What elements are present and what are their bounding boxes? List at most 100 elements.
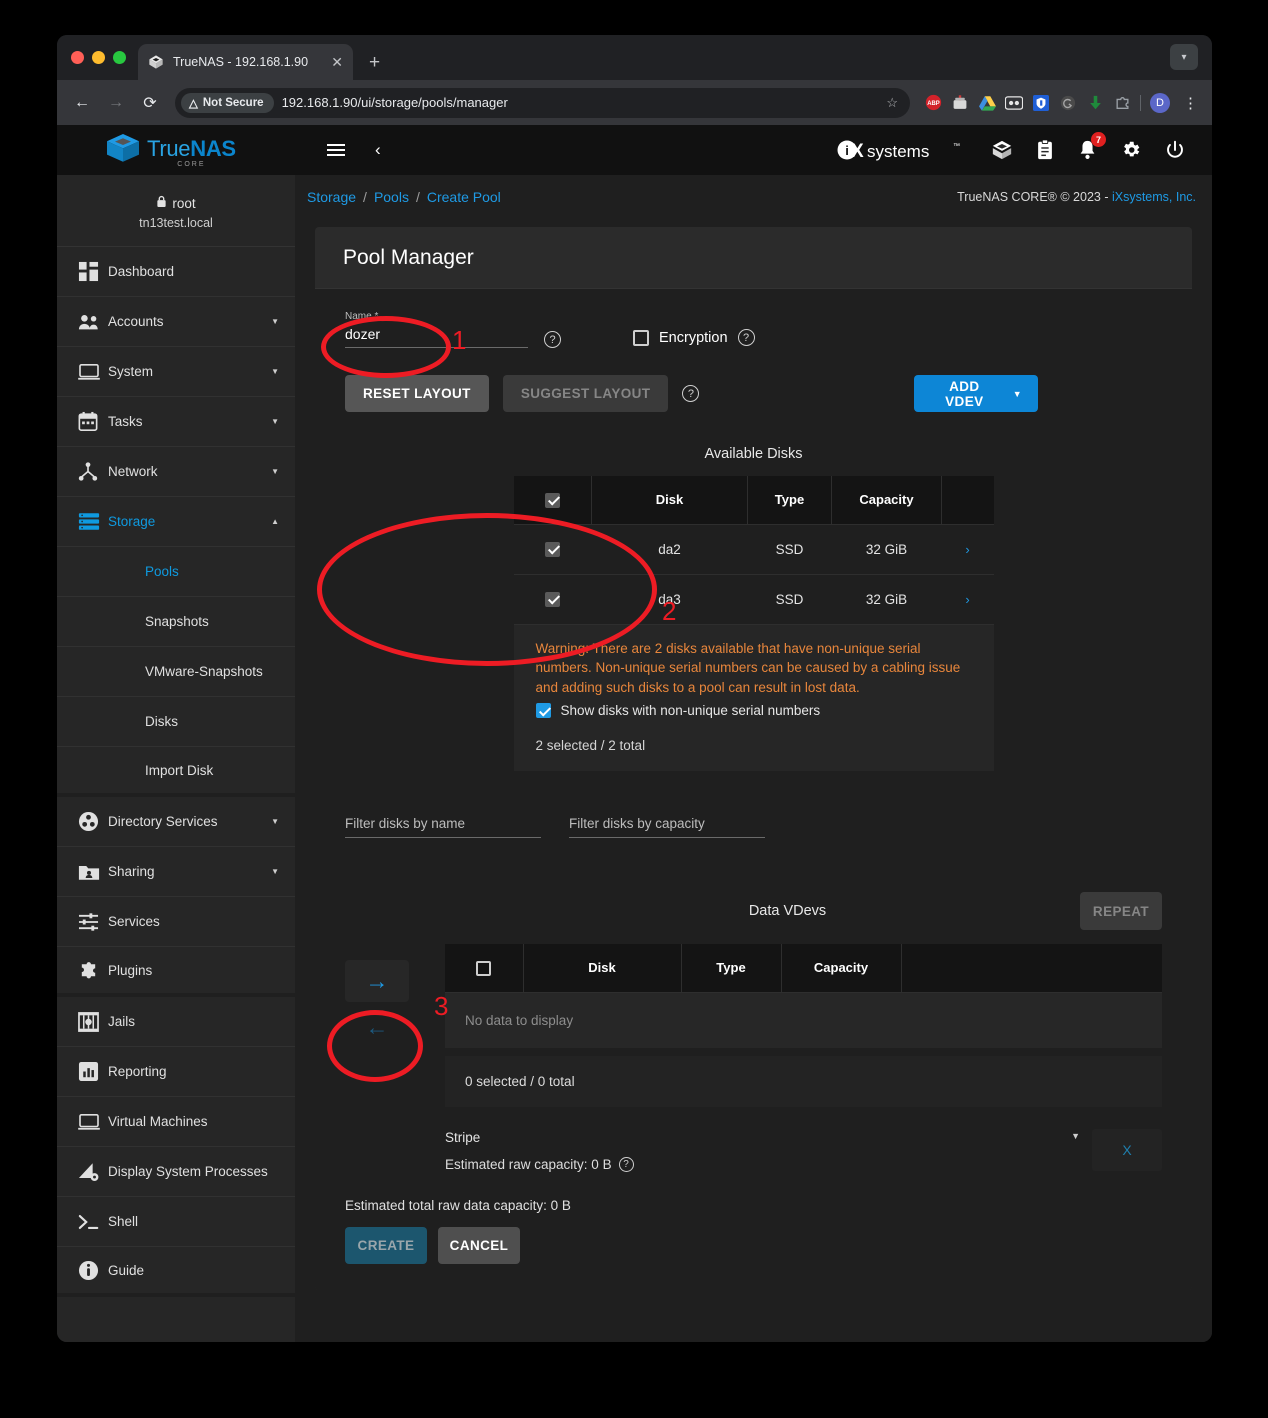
show-nonunique-checkbox[interactable] xyxy=(535,703,551,719)
breadcrumb-item-create-pool[interactable]: Create Pool xyxy=(427,189,501,205)
vdev-column-header-type[interactable]: Type xyxy=(681,944,782,993)
browser-menu-icon[interactable]: ⋮ xyxy=(1179,94,1202,112)
sidebar-item-pools[interactable]: Pools xyxy=(57,547,295,597)
vdev-column-header-disk[interactable]: Disk xyxy=(523,944,682,993)
row-checkbox[interactable] xyxy=(545,541,560,557)
breadcrumb-item-storage[interactable]: Storage xyxy=(307,189,356,205)
vdev-layout-select[interactable]: Stripe ▼ Estimated raw capacity: 0 B ? xyxy=(445,1129,1092,1172)
repeat-button[interactable]: REPEAT xyxy=(1080,892,1162,931)
sidebar-item-plugins[interactable]: Plugins xyxy=(57,947,295,997)
chevron-down-icon: ▼ xyxy=(271,367,279,376)
cell-type: SSD xyxy=(747,574,832,625)
sidebar-item-storage[interactable]: Storage ▲ xyxy=(57,497,295,547)
chevron-down-icon: ▼ xyxy=(271,317,279,326)
help-circle-icon[interactable]: ? xyxy=(618,1156,634,1172)
help-circle-icon[interactable]: ? xyxy=(737,329,755,346)
column-header-disk[interactable]: Disk xyxy=(591,476,748,525)
download-icon[interactable] xyxy=(1086,94,1104,112)
create-button[interactable]: CREATE xyxy=(345,1226,427,1264)
grammarly-icon[interactable] xyxy=(1059,94,1077,112)
vdev-select-all-checkbox[interactable] xyxy=(476,960,492,976)
url-text[interactable]: 192.168.1.90/ui/storage/pools/manager xyxy=(282,95,879,110)
table-row[interactable]: da3 SSD 32 GiB › xyxy=(513,574,994,625)
chevron-right-icon[interactable]: › xyxy=(965,592,969,607)
sidebar-item-disks[interactable]: Disks xyxy=(57,697,295,747)
alerts-bell-icon[interactable]: 7 xyxy=(1077,132,1106,161)
adblock-plus-icon[interactable]: ABP xyxy=(924,94,942,112)
new-tab-button[interactable]: + xyxy=(369,53,380,72)
filter-disks-by-name-input[interactable] xyxy=(345,816,541,839)
sidebar-item-import-disk[interactable]: Import Disk xyxy=(57,747,295,797)
forward-button[interactable]: → xyxy=(101,88,131,118)
address-bar[interactable]: △ Not Secure 192.168.1.90/ui/storage/poo… xyxy=(175,87,910,118)
chevron-right-icon[interactable]: › xyxy=(965,542,969,557)
sidebar-item-shell[interactable]: Shell xyxy=(57,1197,295,1247)
sidebar-item-network[interactable]: Network ▼ xyxy=(57,447,295,497)
sidebar-item-reporting[interactable]: Reporting xyxy=(57,1047,295,1097)
maximize-window-button[interactable] xyxy=(113,51,126,64)
reload-button[interactable]: ⟳ xyxy=(135,88,165,118)
truenas-brand[interactable]: TrueNAS CORE xyxy=(106,133,236,168)
back-button[interactable]: ← xyxy=(67,88,97,118)
column-header-capacity[interactable]: Capacity xyxy=(831,476,942,525)
security-status-badge[interactable]: △ Not Secure xyxy=(181,92,274,113)
sidebar-item-system[interactable]: System ▼ xyxy=(57,347,295,397)
browser-tab[interactable]: TrueNAS - 192.168.1.90 ✕ xyxy=(138,44,353,80)
sidebar-item-jails[interactable]: Jails xyxy=(57,997,295,1047)
sidebar-item-vmware-snapshots[interactable]: VMware-Snapshots xyxy=(57,647,295,697)
sidebar-item-label: Storage xyxy=(108,514,156,529)
sidebar-item-tasks[interactable]: Tasks ▼ xyxy=(57,397,295,447)
remove-vdev-button[interactable]: X xyxy=(1092,1128,1162,1171)
help-circle-icon[interactable]: ? xyxy=(682,385,700,402)
tasks-clipboard-icon[interactable] xyxy=(1035,139,1055,161)
profile-avatar[interactable]: D xyxy=(1150,92,1170,113)
browser-toolbar: ← → ⟳ △ Not Secure 192.168.1.90/ui/stora… xyxy=(57,80,1212,125)
help-circle-icon[interactable]: ? xyxy=(544,331,561,348)
sidebar-item-dashboard[interactable]: Dashboard xyxy=(57,247,295,297)
encryption-checkbox[interactable] xyxy=(633,329,649,346)
sidebar-item-snapshots[interactable]: Snapshots xyxy=(57,597,295,647)
lastpass-icon[interactable] xyxy=(1005,94,1023,112)
select-all-checkbox[interactable] xyxy=(544,492,560,508)
breadcrumb-item-pools[interactable]: Pools xyxy=(374,189,409,205)
column-header-type[interactable]: Type xyxy=(747,476,832,525)
settings-gear-icon[interactable] xyxy=(1120,139,1142,161)
collapse-sidebar-icon[interactable]: ‹ xyxy=(375,140,381,160)
cancel-button[interactable]: CANCEL xyxy=(438,1226,520,1264)
add-vdev-button[interactable]: ADD VDEV ▼ xyxy=(914,375,1038,412)
sidebar-item-guide[interactable]: Guide xyxy=(57,1247,295,1297)
bitwarden-icon[interactable] xyxy=(1032,94,1050,112)
sidebar-item-services[interactable]: Services xyxy=(57,897,295,947)
form-actions: CREATE CANCEL xyxy=(345,1226,1162,1264)
jobs-icon[interactable] xyxy=(991,139,1013,161)
close-tab-button[interactable]: ✕ xyxy=(331,55,343,69)
reset-layout-button[interactable]: RESET LAYOUT xyxy=(345,375,489,412)
sidebar-item-label: Shell xyxy=(108,1214,139,1229)
power-icon[interactable] xyxy=(1164,139,1186,161)
ixsystems-link[interactable]: iXsystems, Inc. xyxy=(1112,190,1196,204)
truenas-cube-icon xyxy=(106,133,140,168)
sidebar-item-accounts[interactable]: Accounts ▼ xyxy=(57,297,295,347)
minimize-window-button[interactable] xyxy=(92,51,105,64)
pool-name-input[interactable] xyxy=(345,326,528,348)
sidebar-item-display-system-processes[interactable]: Display System Processes xyxy=(57,1147,295,1197)
filter-disks-by-capacity-input[interactable] xyxy=(569,816,765,839)
move-left-button[interactable]: ← xyxy=(345,1006,409,1048)
move-right-button[interactable]: → xyxy=(345,960,409,1003)
tampermonkey-icon[interactable] xyxy=(951,94,969,112)
sidebar-item-virtual-machines[interactable]: Virtual Machines xyxy=(57,1097,295,1147)
tab-list-chevron-icon[interactable]: ▾ xyxy=(1170,44,1198,70)
sharing-folder-icon xyxy=(78,863,108,881)
hamburger-icon[interactable] xyxy=(327,141,345,159)
sidebar-item-sharing[interactable]: Sharing ▼ xyxy=(57,847,295,897)
google-drive-icon[interactable] xyxy=(978,94,996,112)
suggest-layout-button[interactable]: SUGGEST LAYOUT xyxy=(502,375,669,412)
sidebar-item-directory-services[interactable]: Directory Services ▼ xyxy=(57,797,295,847)
bookmark-star-icon[interactable]: ☆ xyxy=(886,95,902,111)
vdev-column-header-actions xyxy=(901,944,1162,993)
puzzle-extensions-icon[interactable] xyxy=(1113,94,1131,112)
vdev-column-header-capacity[interactable]: Capacity xyxy=(781,944,902,993)
row-checkbox[interactable] xyxy=(545,591,560,607)
close-window-button[interactable] xyxy=(71,51,84,64)
table-row[interactable]: da2 SSD 32 GiB › xyxy=(513,524,994,575)
